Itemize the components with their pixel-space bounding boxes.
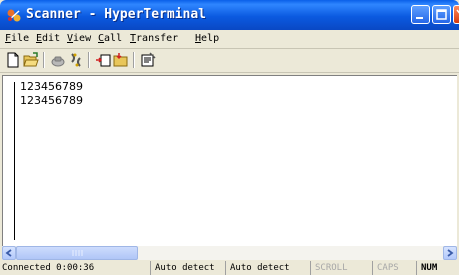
send-icon[interactable] (95, 52, 111, 68)
terminal-line: 123456789 (20, 94, 83, 107)
terminal-area[interactable]: 123456789 123456789 (2, 75, 457, 246)
terminal-output: 123456789 123456789 (20, 80, 83, 108)
close-button[interactable] (453, 5, 459, 24)
terminal-line: 123456789 (20, 80, 83, 93)
toolbar-separator (43, 52, 45, 68)
menu-call[interactable]: Call (98, 33, 122, 44)
status-bar: Connected 0:00:36 Auto detect Auto detec… (0, 261, 459, 275)
menu-file[interactable]: File (5, 33, 29, 44)
status-connection: Connected 0:00:36 (2, 263, 95, 273)
minimize-button[interactable] (411, 5, 430, 24)
menu-edit[interactable]: Edit (36, 33, 60, 44)
arrow-left-icon (5, 249, 12, 257)
status-caps: CAPS (372, 261, 416, 275)
close-icon (456, 9, 459, 14)
hyperterminal-window: Scanner - HyperTerminal File Edit View C… (0, 0, 459, 275)
menu-bar: File Edit View Call Transfer Help (0, 30, 459, 48)
grip-icon (72, 250, 83, 256)
menu-help-label: elp (201, 33, 220, 44)
menu-view-label: iew (73, 33, 92, 44)
menu-transfer-label: ransfer (136, 33, 179, 44)
toolbar-separator (133, 52, 135, 68)
menu-edit-label: dit (42, 33, 61, 44)
arrow-right-icon (447, 249, 454, 257)
call-icon[interactable] (50, 52, 66, 68)
window-title: Scanner - HyperTerminal (26, 7, 207, 22)
minimize-icon (416, 17, 423, 19)
status-detect-1: Auto detect (150, 261, 225, 275)
scroll-left-button[interactable] (2, 246, 16, 260)
hyperterminal-icon[interactable] (6, 8, 22, 23)
properties-icon[interactable] (140, 52, 156, 68)
status-num: NUM (416, 261, 459, 275)
receive-icon[interactable] (113, 52, 129, 68)
menu-file-label: ile (11, 33, 30, 44)
scroll-thumb[interactable] (16, 246, 138, 260)
status-detect-2: Auto detect (225, 261, 310, 275)
maximize-icon (436, 9, 447, 20)
menu-view[interactable]: View (67, 33, 91, 44)
horizontal-scrollbar[interactable] (2, 246, 457, 260)
menu-call-label: all (104, 33, 123, 44)
disconnect-icon[interactable] (68, 52, 84, 68)
toolbar (0, 49, 459, 71)
status-scroll: SCROLL (310, 261, 372, 275)
new-document-icon[interactable] (5, 52, 21, 68)
menu-help[interactable]: Help (195, 33, 219, 44)
toolbar-divider (0, 72, 459, 73)
toolbar-separator (88, 52, 90, 68)
terminal-margin-line (14, 82, 15, 240)
maximize-button[interactable] (432, 5, 451, 24)
menu-transfer[interactable]: Transfer (130, 33, 178, 44)
title-bar[interactable]: Scanner - HyperTerminal (0, 0, 459, 30)
open-folder-icon[interactable] (23, 52, 39, 68)
scroll-right-button[interactable] (443, 246, 457, 260)
